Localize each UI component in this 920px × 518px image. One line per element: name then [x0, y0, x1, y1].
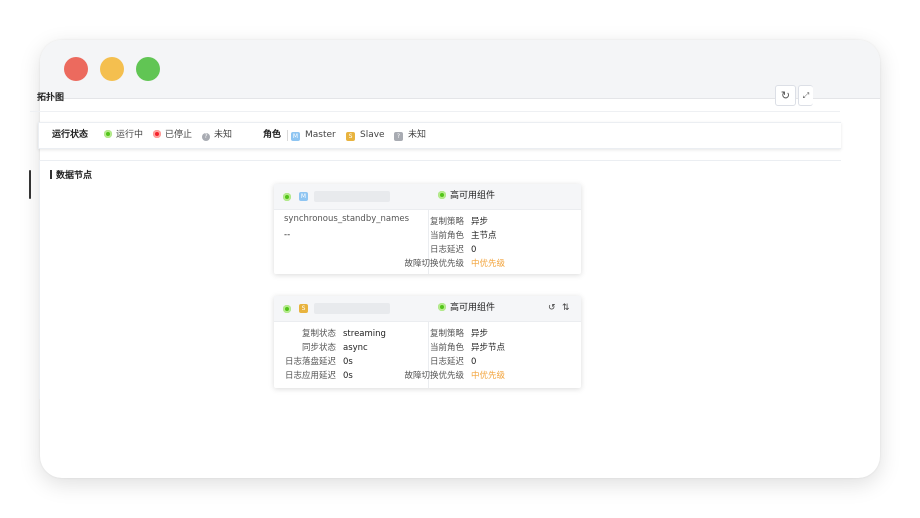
failover-priority-label: 故障切换优先级 — [404, 259, 464, 269]
switchover-icon[interactable]: ⇅ — [562, 303, 570, 314]
kv-row: 日志落盘延迟 0s — [272, 355, 386, 369]
log-delay-label: 日志延迟 — [429, 245, 464, 255]
node-name-redacted — [314, 303, 390, 314]
kv-row: 当前角色 异步节点 — [384, 341, 505, 355]
failover-priority-label: 故障切换优先级 — [404, 371, 464, 381]
running-status-icon — [104, 130, 112, 138]
kv-row: 复制策略 异步 — [384, 327, 505, 341]
kv-row: 故障切换优先级 中优先级 — [384, 369, 505, 383]
close-window-button[interactable] — [64, 57, 88, 81]
fullscreen-button[interactable]: ⤢ — [798, 85, 813, 106]
replication-state-value: streaming — [343, 329, 386, 339]
master-node-card[interactable]: M 高可用组件 synchronous_standby_names -- 复制策… — [274, 184, 581, 274]
refresh-icon: ↻ — [780, 89, 791, 102]
current-role-label: 当前角色 — [429, 231, 464, 241]
replication-strategy-label: 复制策略 — [429, 217, 464, 227]
apply-delay-value: 0s — [343, 371, 353, 381]
kv-group: 复制状态 streaming 同步状态 async 日志落盘延迟 0s 日志应用延迟 0… — [272, 327, 386, 383]
slave-role-icon: S — [346, 132, 355, 141]
master-role-icon: M — [291, 132, 300, 141]
log-delay-label: 日志延迟 — [429, 357, 464, 367]
card-header: M 高可用组件 — [274, 184, 581, 210]
running-status-icon — [283, 193, 291, 201]
refresh-button[interactable]: ↻ — [775, 85, 796, 106]
legend-slave-label: Slave — [360, 130, 385, 140]
running-status-icon — [438, 303, 446, 311]
slave-role-icon: S — [299, 304, 308, 313]
kv-group: 复制策略 异步 当前角色 异步节点 日志延迟 0 故障切换优先级 中优先级 — [384, 327, 505, 383]
master-role-icon: M — [299, 192, 308, 201]
page-title: 拓扑图 — [37, 93, 65, 103]
kv-group: 复制策略 异步 当前角色 主节点 日志延迟 0 故障切换优先级 中优先级 — [384, 215, 505, 271]
divider — [30, 111, 840, 112]
card-header: S 高可用组件 ↺ ⇅ — [274, 296, 581, 322]
legend-master-label: Master — [305, 130, 336, 140]
legend-slave: S Slave — [346, 123, 385, 148]
log-delay-value: 0 — [471, 245, 477, 255]
panel-title: 数据节点 — [50, 168, 92, 181]
window-titlebar — [40, 40, 880, 99]
maximize-window-button[interactable] — [136, 57, 160, 81]
failover-priority-value: 中优先级 — [471, 371, 506, 381]
kv-row: 日志延迟 0 — [384, 243, 505, 257]
failover-priority-value: 中优先级 — [471, 259, 506, 269]
apply-delay-label: 日志应用延迟 — [284, 371, 336, 381]
running-status-icon — [283, 305, 291, 313]
log-delay-value: 0 — [471, 357, 477, 367]
legend-unknown-label: 未知 — [214, 130, 233, 140]
ha-component-text: 高可用组件 — [450, 303, 496, 313]
node-name-redacted — [314, 191, 390, 202]
legend-stopped-label: 已停止 — [165, 130, 193, 140]
replication-strategy-value: 异步 — [471, 329, 489, 339]
legend-bar: 运行状态 运行中 已停止 ? 未知 角色 M Master S Slave ? 未知 — [38, 122, 841, 149]
current-role-value: 主节点 — [471, 231, 497, 241]
flush-delay-label: 日志落盘延迟 — [284, 357, 336, 367]
sync-standby-value: -- — [284, 230, 291, 240]
title-accent-bar — [50, 170, 52, 179]
ha-component-text: 高可用组件 — [450, 191, 496, 201]
ha-component-label: 高可用组件 — [438, 296, 495, 321]
legend-running: 运行中 — [104, 123, 143, 148]
sync-state-label: 同步状态 — [301, 343, 336, 353]
legend-unknown: ? 未知 — [202, 123, 232, 148]
legend-master: M Master — [291, 123, 336, 148]
kv-row: 日志延迟 0 — [384, 355, 505, 369]
legend-running-label: 运行中 — [116, 130, 144, 140]
legend-status-title: 运行状态 — [52, 130, 89, 140]
legend-role-title: 角色 — [263, 130, 282, 140]
slave-node-card[interactable]: S 高可用组件 ↺ ⇅ 复制状态 streaming 同步状态 async 日志落盘… — [274, 296, 581, 388]
flush-delay-value: 0s — [343, 357, 353, 367]
legend-stopped: 已停止 — [153, 123, 192, 148]
running-status-icon — [438, 191, 446, 199]
replication-strategy-label: 复制策略 — [429, 329, 464, 339]
kv-row: 复制状态 streaming — [272, 327, 386, 341]
replication-strategy-value: 异步 — [471, 217, 489, 227]
fullscreen-icon: ⤢ — [802, 91, 810, 100]
panel-title-text: 数据节点 — [56, 171, 93, 181]
kv-row: 复制策略 异步 — [384, 215, 505, 229]
kv-row: 当前角色 主节点 — [384, 229, 505, 243]
kv-row: 故障切换优先级 中优先级 — [384, 257, 505, 271]
restart-icon[interactable]: ↺ — [548, 303, 556, 314]
minimize-window-button[interactable] — [100, 57, 124, 81]
current-role-label: 当前角色 — [429, 343, 464, 353]
current-role-value: 异步节点 — [471, 343, 506, 353]
replication-state-label: 复制状态 — [301, 329, 336, 339]
stopped-status-icon — [153, 130, 161, 138]
scroll-handle[interactable] — [29, 170, 31, 199]
ha-component-label: 高可用组件 — [438, 184, 495, 209]
kv-row: 同步状态 async — [272, 341, 386, 355]
legend-role-unknown-label: 未知 — [408, 130, 427, 140]
sync-state-value: async — [343, 343, 368, 353]
legend-separator — [287, 130, 288, 141]
unknown-status-icon: ? — [202, 133, 210, 141]
kv-row: 日志应用延迟 0s — [272, 369, 386, 383]
unknown-role-icon: ? — [394, 132, 403, 141]
legend-role-unknown: ? 未知 — [394, 123, 426, 148]
